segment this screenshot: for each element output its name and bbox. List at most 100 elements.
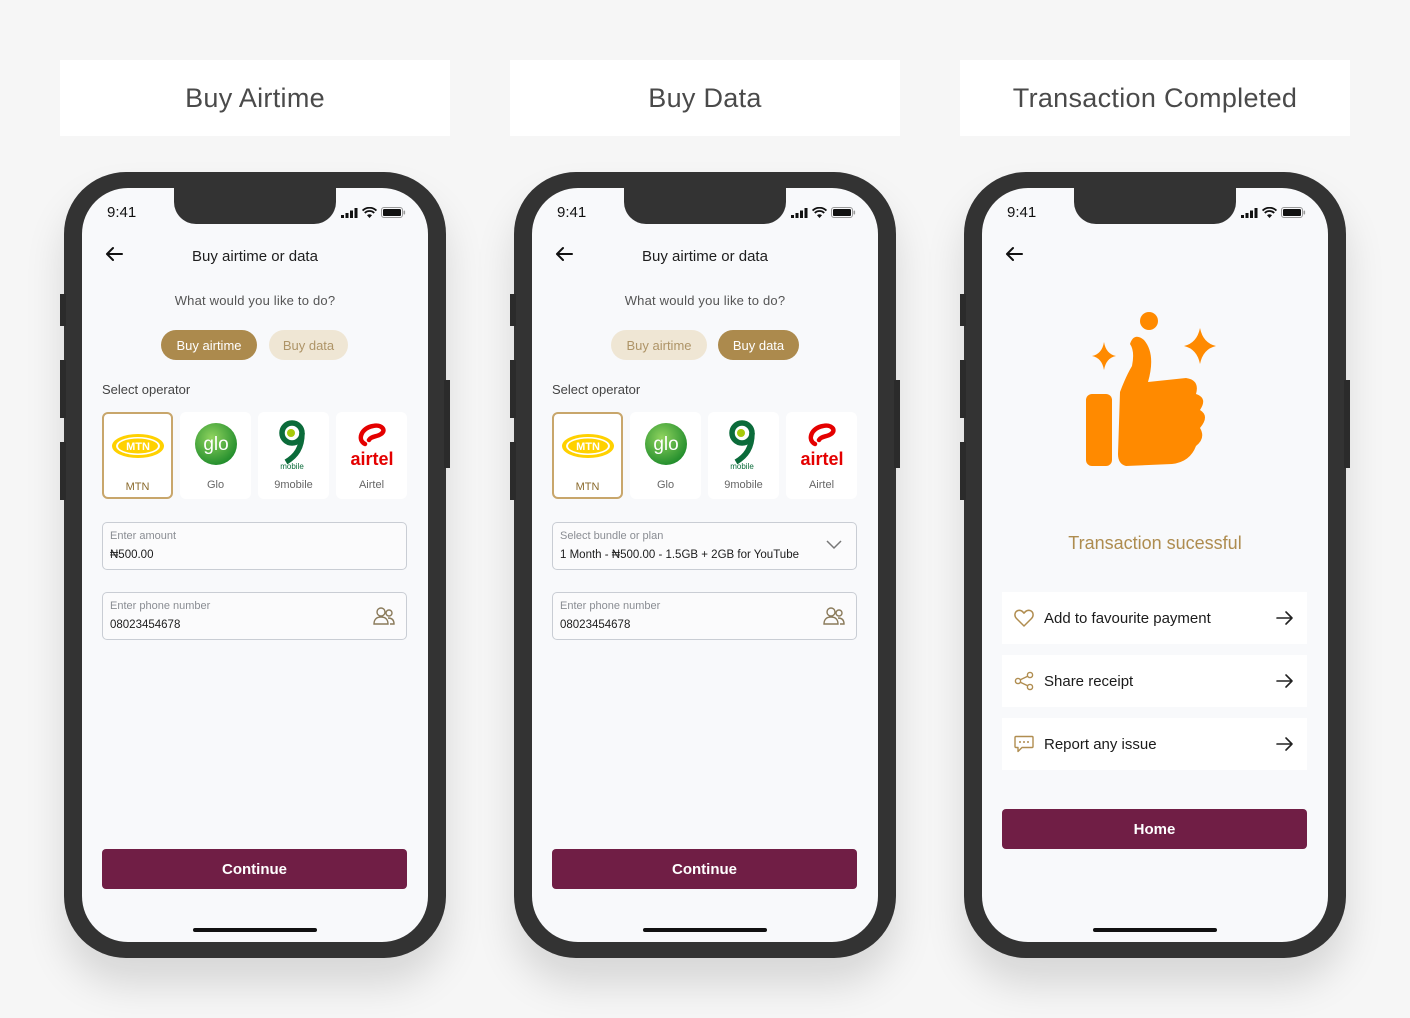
- home-indicator: [1093, 928, 1217, 932]
- svg-text:airtel: airtel: [800, 449, 843, 469]
- back-arrow-icon[interactable]: [1004, 246, 1024, 262]
- volume-up-button: [510, 360, 516, 418]
- thumbs-up-icon: [1086, 312, 1216, 466]
- tab-buy-data[interactable]: Buy data: [269, 330, 348, 360]
- operator-mtn[interactable]: MTN MTN: [552, 412, 623, 499]
- heart-icon: [1014, 609, 1034, 627]
- chevron-down-icon[interactable]: [826, 540, 842, 550]
- silent-switch: [960, 294, 966, 326]
- wifi-icon: [362, 207, 377, 218]
- notch: [624, 188, 786, 224]
- mtn-logo: MTN: [561, 434, 614, 458]
- tab-buy-airtime[interactable]: Buy airtime: [161, 330, 257, 360]
- chat-icon: [1014, 735, 1034, 753]
- volume-up-button: [960, 360, 966, 418]
- operator-label: Glo: [656, 479, 675, 491]
- page-title: Buy airtime or data: [192, 248, 318, 265]
- phone-transaction-completed: 9:41 Transaction sucessful Add to favour…: [960, 172, 1350, 958]
- operator-label: Glo: [206, 479, 225, 491]
- screen: 9:41 Buy airtime or data What would you …: [82, 188, 428, 942]
- power-button: [1344, 380, 1350, 468]
- arrow-right-icon: [1276, 674, 1293, 688]
- svg-text:MTN: MTN: [576, 441, 600, 453]
- contacts-icon[interactable]: [373, 605, 395, 627]
- home-button[interactable]: Home: [1002, 809, 1307, 849]
- operator-9mobile[interactable]: mobile 9mobile: [258, 412, 329, 499]
- operator-label: 9mobile: [274, 479, 313, 491]
- title-transaction-completed: Transaction Completed: [960, 60, 1350, 136]
- phone-number-field[interactable]: Enter phone number 08023454678: [102, 592, 407, 640]
- notch: [1074, 188, 1236, 224]
- silent-switch: [510, 294, 516, 326]
- svg-text:mobile: mobile: [730, 462, 754, 470]
- status-icons: [341, 207, 406, 218]
- action-label: Report any issue: [1044, 735, 1157, 753]
- share-icon: [1014, 671, 1034, 691]
- phone-buy-data: 9:41 Buy airtime or data What would you …: [510, 172, 900, 958]
- mtn-logo: MTN: [111, 434, 164, 458]
- operator-label: Airtel: [808, 479, 835, 491]
- status-time: 9:41: [1007, 204, 1037, 221]
- svg-text:airtel: airtel: [350, 449, 393, 469]
- status-icons: [1241, 207, 1306, 218]
- title-buy-airtime: Buy Airtime: [60, 60, 450, 136]
- home-indicator: [193, 928, 317, 932]
- volume-up-button: [60, 360, 66, 418]
- svg-text:MTN: MTN: [126, 441, 150, 453]
- title-buy-data: Buy Data: [510, 60, 900, 136]
- operator-glo[interactable]: glo Glo: [180, 412, 251, 499]
- phone-value: 08023454678: [110, 619, 181, 631]
- question-text: What would you like to do?: [174, 293, 336, 308]
- volume-down-button: [60, 442, 66, 500]
- select-operator-label: Select operator: [552, 382, 641, 397]
- report-issue-button[interactable]: Report any issue: [1002, 718, 1307, 770]
- battery-icon: [1281, 207, 1306, 218]
- phone-label: Enter phone number: [560, 600, 661, 612]
- 9mobile-logo: mobile: [278, 420, 305, 470]
- glo-logo: glo: [194, 423, 237, 465]
- tab-buy-data[interactable]: Buy data: [718, 330, 799, 360]
- volume-down-button: [960, 442, 966, 500]
- bundle-label: Select bundle or plan: [560, 530, 664, 542]
- power-button: [444, 380, 450, 468]
- bundle-select[interactable]: Select bundle or plan 1 Month - ₦500.00 …: [552, 522, 857, 570]
- action-label: Share receipt: [1044, 672, 1134, 690]
- status-time: 9:41: [557, 204, 587, 221]
- screen: 9:41 Transaction sucessful Add to favour…: [982, 188, 1328, 942]
- operator-mtn[interactable]: MTN MTN: [102, 412, 173, 499]
- continue-button[interactable]: Continue: [552, 849, 857, 889]
- phone-label: Enter phone number: [110, 600, 211, 612]
- question-text: What would you like to do?: [624, 293, 786, 308]
- wifi-icon: [1262, 207, 1277, 218]
- tab-buy-airtime[interactable]: Buy airtime: [611, 330, 707, 360]
- bundle-value: 1 Month - ₦500.00 - 1.5GB + 2GB for YouT…: [560, 549, 799, 561]
- signal-icon: [1241, 208, 1258, 218]
- amount-field[interactable]: Enter amount ₦500.00: [102, 522, 407, 570]
- phone-number-field[interactable]: Enter phone number 08023454678: [552, 592, 857, 640]
- add-favourite-button[interactable]: Add to favourite payment: [1002, 592, 1307, 644]
- page-title: Buy airtime or data: [642, 248, 768, 265]
- contacts-icon[interactable]: [823, 605, 845, 627]
- phone-value: 08023454678: [560, 619, 631, 631]
- signal-icon: [341, 208, 358, 218]
- status-icons: [791, 207, 856, 218]
- share-receipt-button[interactable]: Share receipt: [1002, 655, 1307, 707]
- 9mobile-logo: mobile: [728, 420, 755, 470]
- operator-glo[interactable]: glo Glo: [630, 412, 701, 499]
- power-button: [894, 380, 900, 468]
- operator-9mobile[interactable]: mobile 9mobile: [708, 412, 779, 499]
- airtel-logo: airtel: [350, 423, 393, 469]
- success-message: Transaction sucessful: [1068, 533, 1242, 553]
- glo-logo: glo: [644, 423, 687, 465]
- battery-icon: [381, 207, 406, 218]
- volume-down-button: [510, 442, 516, 500]
- continue-button[interactable]: Continue: [102, 849, 407, 889]
- operator-label: MTN: [575, 481, 600, 493]
- amount-label: Enter amount: [110, 530, 177, 542]
- wifi-icon: [812, 207, 827, 218]
- action-label: Add to favourite payment: [1044, 609, 1211, 627]
- operator-airtel[interactable]: airtel Airtel: [336, 412, 407, 499]
- amount-value: ₦500.00: [110, 549, 154, 561]
- operator-airtel[interactable]: airtel Airtel: [786, 412, 857, 499]
- operator-label: Airtel: [358, 479, 385, 491]
